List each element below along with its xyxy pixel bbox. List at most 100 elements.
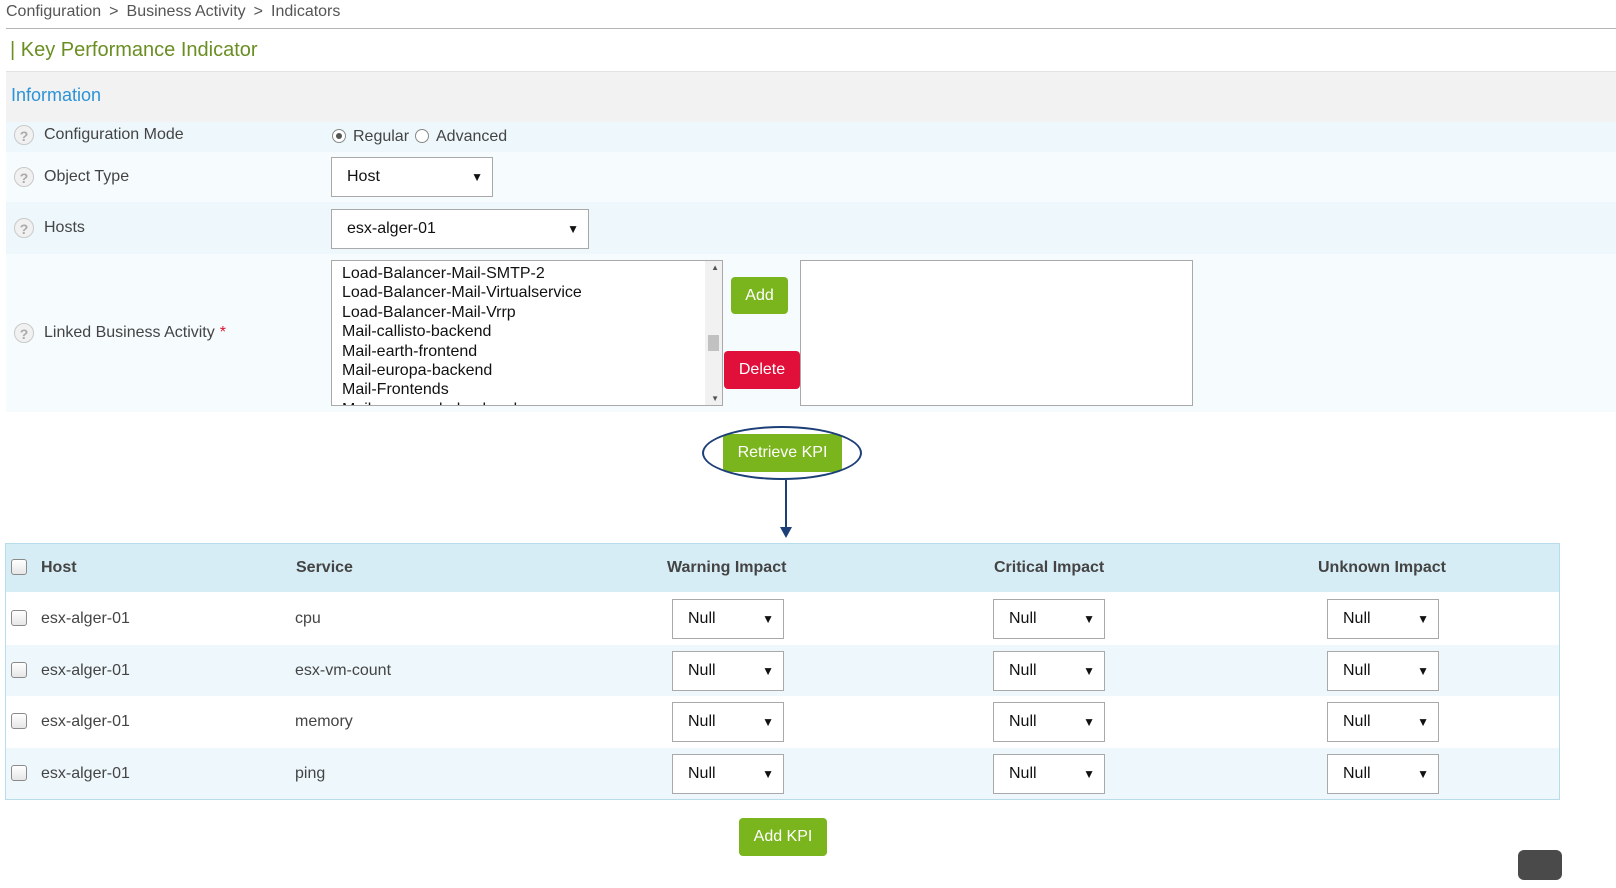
object-type-value: Host	[347, 168, 380, 185]
list-item[interactable]: Mail-earth-frontend	[342, 342, 582, 361]
cell-host: esx-alger-01	[41, 713, 130, 730]
add-button[interactable]: Add	[731, 277, 788, 314]
chevron-down-icon: ▼	[762, 664, 774, 678]
scroll-up-icon[interactable]: ▲	[711, 263, 719, 272]
critical-impact-select[interactable]: Null ▼	[993, 599, 1105, 639]
radio-advanced[interactable]	[415, 129, 429, 143]
selected-activities-list[interactable]	[800, 260, 1193, 406]
breadcrumb-divider	[6, 28, 1616, 29]
warning-impact-value: Null	[688, 765, 716, 782]
column-header-host[interactable]: Host	[41, 559, 77, 577]
configuration-mode-label: Configuration Mode	[44, 126, 184, 143]
chevron-down-icon: ▼	[762, 715, 774, 729]
unknown-impact-select[interactable]: Null ▼	[1327, 651, 1439, 691]
critical-impact-select[interactable]: Null ▼	[993, 754, 1105, 794]
critical-impact-value: Null	[1009, 610, 1037, 627]
section-title: Information	[11, 85, 102, 105]
expand-icon[interactable]	[1518, 850, 1562, 880]
chevron-down-icon: ▼	[1083, 664, 1095, 678]
help-icon[interactable]: ?	[14, 167, 34, 187]
unknown-impact-value: Null	[1343, 610, 1371, 627]
breadcrumb-item-business-activity[interactable]: Business Activity	[127, 3, 246, 20]
chevron-down-icon: ▼	[471, 170, 483, 184]
row-checkbox[interactable]	[11, 610, 27, 626]
highlight-callout	[702, 426, 862, 480]
help-icon[interactable]: ?	[14, 323, 34, 343]
radio-regular[interactable]	[332, 129, 346, 143]
available-activities-items: Load-Balancer-Mail-SMTP-2 Load-Balancer-M…	[342, 264, 582, 405]
warning-impact-select[interactable]: Null ▼	[672, 754, 784, 794]
arrow-head	[780, 527, 792, 538]
object-type-select[interactable]: Host ▼	[331, 157, 493, 197]
cell-service: cpu	[295, 610, 321, 627]
help-icon[interactable]: ?	[14, 218, 34, 238]
chevron-down-icon: ▼	[762, 767, 774, 781]
section-header	[6, 71, 1616, 123]
column-header-warning-impact[interactable]: Warning Impact	[667, 559, 786, 577]
list-item[interactable]: Mail-callisto-backend	[342, 322, 582, 341]
cell-service: ping	[295, 765, 326, 782]
form-row-configuration-mode	[6, 122, 1616, 152]
chevron-down-icon: ▼	[1417, 664, 1429, 678]
unknown-impact-select[interactable]: Null ▼	[1327, 702, 1439, 742]
breadcrumb-separator: >	[109, 3, 119, 20]
list-item[interactable]: Load-Balancer-Mail-Vrrp	[342, 303, 582, 322]
critical-impact-value: Null	[1009, 765, 1037, 782]
select-all-checkbox[interactable]	[11, 559, 27, 575]
list-item[interactable]: Mail-europa-backend	[342, 361, 582, 380]
chevron-down-icon: ▼	[1417, 612, 1429, 626]
help-icon[interactable]: ?	[14, 125, 34, 145]
critical-impact-select[interactable]: Null ▼	[993, 702, 1105, 742]
linked-business-activity-text: Linked Business Activity	[44, 324, 215, 341]
available-activities-list[interactable]: Load-Balancer-Mail-SMTP-2 Load-Balancer-M…	[331, 260, 723, 406]
chevron-down-icon: ▼	[762, 612, 774, 626]
critical-impact-select[interactable]: Null ▼	[993, 651, 1105, 691]
page-title: | Key Performance Indicator	[10, 39, 258, 61]
form-row-hosts	[6, 202, 1616, 254]
warning-impact-select[interactable]: Null ▼	[672, 651, 784, 691]
list-scrollbar[interactable]	[705, 261, 722, 405]
cell-host: esx-alger-01	[41, 610, 130, 627]
unknown-impact-select[interactable]: Null ▼	[1327, 754, 1439, 794]
warning-impact-select[interactable]: Null ▼	[672, 599, 784, 639]
chevron-down-icon: ▼	[1083, 612, 1095, 626]
list-item[interactable]: Mail-Frontends	[342, 380, 582, 399]
linked-business-activity-label: Linked Business Activity *	[44, 324, 226, 342]
object-type-label: Object Type	[44, 168, 130, 185]
list-item[interactable]: Load-Balancer-Mail-Virtualservice	[342, 283, 582, 302]
row-checkbox[interactable]	[11, 765, 27, 781]
cell-service: memory	[295, 713, 353, 730]
hosts-select[interactable]: esx-alger-01 ▼	[331, 209, 589, 249]
column-header-critical-impact[interactable]: Critical Impact	[994, 559, 1104, 577]
list-item[interactable]: Mail-ganymede-backend	[342, 400, 582, 405]
add-kpi-button[interactable]: Add KPI	[739, 818, 827, 856]
radio-advanced-label[interactable]: Advanced	[436, 128, 507, 146]
chevron-down-icon: ▼	[567, 222, 579, 236]
unknown-impact-select[interactable]: Null ▼	[1327, 599, 1439, 639]
unknown-impact-value: Null	[1343, 662, 1371, 679]
warning-impact-value: Null	[688, 713, 716, 730]
critical-impact-value: Null	[1009, 662, 1037, 679]
hosts-value: esx-alger-01	[347, 220, 436, 237]
radio-regular-label[interactable]: Regular	[353, 128, 409, 146]
cell-service: esx-vm-count	[295, 662, 392, 679]
scroll-down-icon[interactable]: ▼	[711, 394, 719, 403]
row-checkbox[interactable]	[11, 662, 27, 678]
critical-impact-value: Null	[1009, 713, 1037, 730]
breadcrumb-item-configuration[interactable]: Configuration	[6, 3, 101, 20]
warning-impact-select[interactable]: Null ▼	[672, 702, 784, 742]
row-checkbox[interactable]	[11, 713, 27, 729]
scroll-thumb[interactable]	[708, 335, 719, 351]
chevron-down-icon: ▼	[1417, 767, 1429, 781]
warning-impact-value: Null	[688, 610, 716, 627]
column-header-service[interactable]: Service	[296, 559, 353, 577]
unknown-impact-value: Null	[1343, 713, 1371, 730]
arrow-down-icon	[785, 480, 787, 530]
delete-button[interactable]: Delete	[724, 351, 800, 389]
hosts-label: Hosts	[44, 219, 85, 236]
form-row-object-type	[6, 152, 1616, 202]
cell-host: esx-alger-01	[41, 765, 130, 782]
chevron-down-icon: ▼	[1417, 715, 1429, 729]
list-item[interactable]: Load-Balancer-Mail-SMTP-2	[342, 264, 582, 283]
column-header-unknown-impact[interactable]: Unknown Impact	[1318, 559, 1446, 577]
